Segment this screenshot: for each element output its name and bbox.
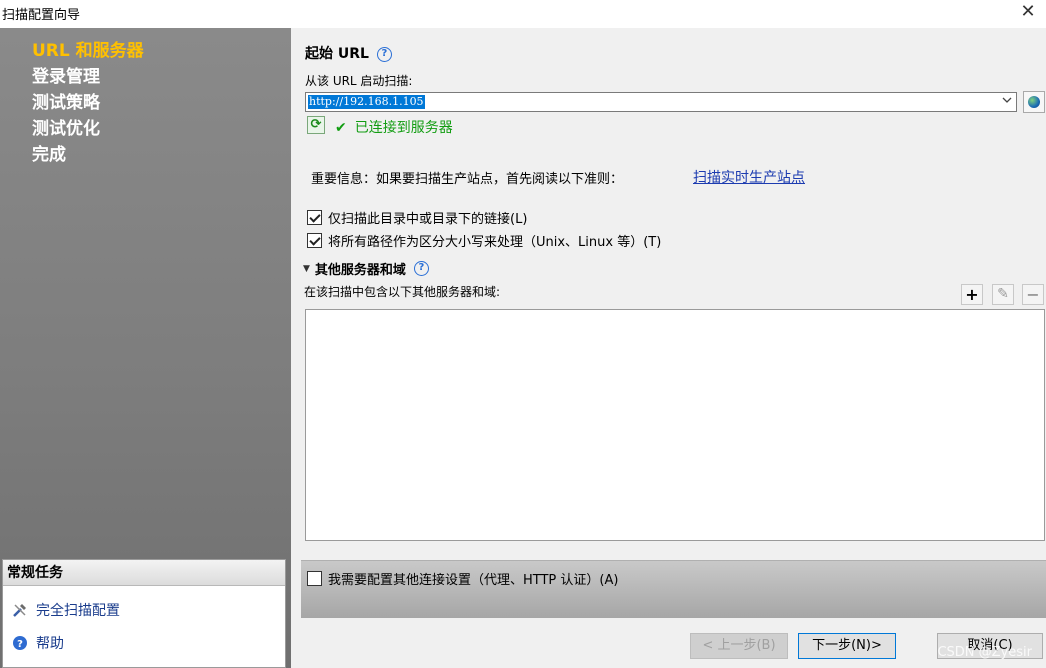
add-server-button[interactable]: + [961,284,983,305]
connection-status-text: 已连接到服务器 [354,120,453,136]
question-icon[interactable]: ? [376,46,392,62]
other-servers-title: 其他服务器和域 [314,263,406,278]
browse-url-button[interactable] [1023,91,1045,113]
refresh-icon: ⟳ [310,117,322,132]
common-tasks-panel: 常规任务 完全扫描配置 ? 帮助 [2,559,286,668]
task-full-scan-config-label: 完全扫描配置 [36,603,120,619]
start-url-label: 从该 URL 启动扫描: [305,74,413,88]
step-url-servers[interactable]: URL 和服务器 [32,38,144,64]
start-url-heading: 起始 URL? [305,43,392,63]
main-panel: 起始 URL? 从该 URL 启动扫描: http://192.168.1.10… [291,28,1046,668]
start-url-combobox[interactable]: http://192.168.1.105 [305,92,1017,112]
extra-connection-settings-option[interactable]: 我需要配置其他连接设置（代理、HTTP 认证）(A) [307,569,618,588]
pencil-icon: ✎ [997,286,1009,302]
start-url-title: 起始 URL [305,46,369,62]
other-servers-list[interactable] [305,309,1045,541]
next-button[interactable]: 下一步(N)> [798,633,896,659]
start-url-value[interactable]: http://192.168.1.105 [308,95,425,109]
remove-server-button[interactable]: − [1022,284,1044,305]
connection-status: ✔ 已连接到服务器 [335,117,453,137]
extra-connection-settings-checkbox[interactable] [307,571,322,586]
watermark: CSDN @Zyesir [937,645,1032,660]
step-test-optimization[interactable]: 测试优化 [32,116,144,142]
connection-settings-panel: 我需要配置其他连接设置（代理、HTTP 认证）(A) [301,560,1046,618]
checkmark-icon: ✔ [335,120,347,136]
globe-icon [1028,96,1040,108]
task-full-scan-config[interactable]: 完全扫描配置 [11,600,120,620]
back-button[interactable]: < 上一步(B) [690,633,788,659]
other-servers-label: 在该扫描中包含以下其他服务器和域: [304,285,501,299]
plus-icon: + [965,285,979,304]
step-list: URL 和服务器 登录管理 测试策略 测试优化 完成 [32,38,144,168]
common-tasks-header: 常规任务 [3,560,285,586]
edit-server-button[interactable]: ✎ [992,284,1014,305]
task-help[interactable]: ? 帮助 [11,633,64,653]
collapse-triangle-icon[interactable]: ▼ [303,264,310,274]
extra-connection-settings-label: 我需要配置其他连接设置（代理、HTTP 认证）(A) [328,573,619,588]
scan-directory-only-checkbox[interactable] [307,210,322,225]
step-login-management[interactable]: 登录管理 [32,64,144,90]
task-help-label: 帮助 [36,636,64,652]
step-complete[interactable]: 完成 [32,142,144,168]
case-sensitive-option[interactable]: 将所有路径作为区分大小写来处理（Unix、Linux 等）(T) [307,231,661,250]
scan-directory-only-option[interactable]: 仅扫描此目录中或目录下的链接(L) [307,208,527,227]
scan-directory-only-label: 仅扫描此目录中或目录下的链接(L) [328,212,528,227]
other-servers-heading[interactable]: ▼ 其他服务器和域? [303,259,429,278]
minus-icon: − [1026,285,1040,304]
step-test-policy[interactable]: 测试策略 [32,90,144,116]
wrench-icon [11,601,29,619]
live-production-site-link[interactable]: 扫描实时生产站点 [693,167,805,187]
title-bar: 扫描配置向导 ✕ [0,0,1046,28]
case-sensitive-label: 将所有路径作为区分大小写来处理（Unix、Linux 等）(T) [328,235,662,250]
help-icon: ? [11,634,29,652]
important-info: 重要信息：如果要扫描生产站点，首先阅读以下准则： [311,172,624,187]
case-sensitive-checkbox[interactable] [307,233,322,248]
chevron-down-icon[interactable] [1000,94,1014,110]
wizard-sidebar: URL 和服务器 登录管理 测试策略 测试优化 完成 常规任务 完全扫描配置 ?… [0,28,291,668]
close-icon[interactable]: ✕ [1016,1,1040,25]
refresh-connection-button[interactable]: ⟳ [307,116,325,134]
question-icon[interactable]: ? [413,261,429,276]
window-title: 扫描配置向导 [2,8,81,23]
svg-text:?: ? [17,639,23,650]
